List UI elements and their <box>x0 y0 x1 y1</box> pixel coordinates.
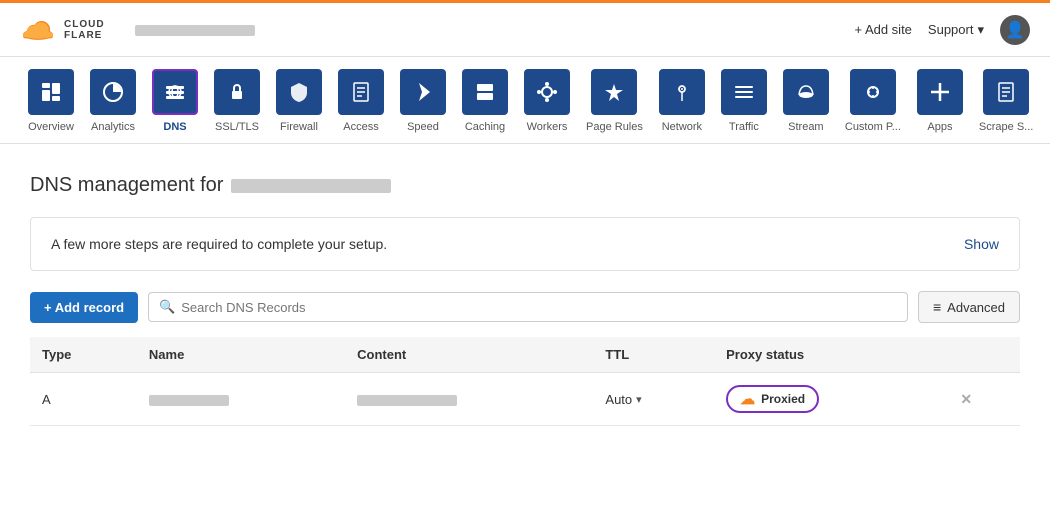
row-content <box>345 373 593 426</box>
header-left: CLOUDFLARE <box>20 12 255 48</box>
dns-toolbar: + Add record 🔍 ≡ Advanced <box>30 291 1020 323</box>
tab-workers-icon <box>524 69 570 115</box>
search-input[interactable] <box>181 300 897 315</box>
tab-firewall-label: Firewall <box>280 121 318 133</box>
tab-access[interactable]: Access <box>330 69 392 143</box>
tab-ssl-tls[interactable]: SSL/TLS <box>206 69 268 143</box>
tab-network-icon <box>659 69 705 115</box>
table-header-row: Type Name Content TTL Proxy status <box>30 337 1020 373</box>
tab-dns-icon <box>152 69 198 115</box>
dns-table: Type Name Content TTL Proxy status A Aut… <box>30 337 1020 426</box>
tab-speed-label: Speed <box>407 121 439 133</box>
row-name <box>137 373 345 426</box>
tab-speed[interactable]: Speed <box>392 69 454 143</box>
col-type: Type <box>30 337 137 373</box>
col-content: Content <box>345 337 593 373</box>
tab-scrape-shield[interactable]: Scrape S... <box>971 69 1041 143</box>
page-title-text: DNS management for <box>30 174 223 197</box>
tab-custom-pages-icon <box>850 69 896 115</box>
tab-apps-label: Apps <box>927 121 952 133</box>
tab-stream-icon <box>783 69 829 115</box>
tab-caching-label: Caching <box>465 121 505 133</box>
tab-caching-icon <box>462 69 508 115</box>
tab-apps[interactable]: Apps <box>909 69 971 143</box>
tab-page-rules-icon <box>591 69 637 115</box>
tab-stream-label: Stream <box>788 121 823 133</box>
page-title: DNS management for <box>30 174 1020 197</box>
col-ttl: TTL <box>593 337 714 373</box>
add-record-button[interactable]: + Add record <box>30 292 138 323</box>
user-avatar-button[interactable]: 👤 <box>1000 15 1030 45</box>
tab-dns[interactable]: DNS <box>144 69 206 143</box>
logo-area: CLOUDFLARE <box>20 12 105 48</box>
col-proxy-status: Proxy status <box>714 337 948 373</box>
ttl-dropdown-arrow[interactable]: ▾ <box>636 393 642 406</box>
tab-analytics[interactable]: Analytics <box>82 69 144 143</box>
table-row: A Auto ▾ ☁ Proxied ✕ <box>30 373 1020 426</box>
cloud-icon: ☁ <box>740 390 755 408</box>
tab-overview-icon <box>28 69 74 115</box>
support-button[interactable]: Support ▾ <box>928 22 984 38</box>
tab-access-label: Access <box>343 121 378 133</box>
tab-custom-pages-label: Custom P... <box>845 121 901 133</box>
user-icon: 👤 <box>1005 20 1025 40</box>
main-content: DNS management for A few more steps are … <box>0 144 1050 446</box>
proxy-status-label: Proxied <box>761 392 805 406</box>
row-proxy-status: ☁ Proxied <box>714 373 948 426</box>
header: CLOUDFLARE + Add site Support ▾ 👤 <box>0 3 1050 57</box>
tab-page-rules-label: Page Rules <box>586 121 643 133</box>
header-right: + Add site Support ▾ 👤 <box>854 15 1030 45</box>
advanced-button[interactable]: ≡ Advanced <box>918 291 1020 323</box>
tab-overview-label: Overview <box>28 121 74 133</box>
add-site-button[interactable]: + Add site <box>854 22 911 37</box>
site-name <box>135 22 255 37</box>
tab-overview[interactable]: Overview <box>20 69 82 143</box>
search-wrapper: 🔍 <box>148 292 908 322</box>
row-ttl: Auto ▾ <box>593 373 714 426</box>
tab-ssl-label: SSL/TLS <box>215 121 259 133</box>
delete-button[interactable]: ✕ <box>960 391 972 407</box>
tab-apps-icon <box>917 69 963 115</box>
cloudflare-logo-icon <box>20 12 56 48</box>
tab-firewall[interactable]: Firewall <box>268 69 330 143</box>
tab-workers-label: Workers <box>527 121 568 133</box>
tab-dns-label: DNS <box>163 121 186 133</box>
tab-custom-pages[interactable]: Custom P... <box>837 69 909 143</box>
proxy-badge[interactable]: ☁ Proxied <box>726 385 819 413</box>
tab-traffic-icon <box>721 69 767 115</box>
tab-network-label: Network <box>662 121 702 133</box>
domain-name-blurred <box>231 179 391 193</box>
advanced-icon: ≡ <box>933 299 941 315</box>
tab-access-icon <box>338 69 384 115</box>
chevron-down-icon: ▾ <box>977 22 984 38</box>
tab-analytics-label: Analytics <box>91 121 135 133</box>
tab-scrape-icon <box>983 69 1029 115</box>
tab-analytics-icon <box>90 69 136 115</box>
tab-firewall-icon <box>276 69 322 115</box>
support-label: Support <box>928 22 974 37</box>
tab-network[interactable]: Network <box>651 69 713 143</box>
tab-ssl-icon <box>214 69 260 115</box>
nav-tabs: Overview Analytics DNS SSL/TLS Firewall … <box>0 57 1050 144</box>
row-type: A <box>30 373 137 426</box>
cloudflare-logo-text: CLOUDFLARE <box>64 19 105 41</box>
tab-workers[interactable]: Workers <box>516 69 578 143</box>
setup-banner-text: A few more steps are required to complet… <box>51 236 387 252</box>
tab-caching[interactable]: Caching <box>454 69 516 143</box>
tab-page-rules[interactable]: Page Rules <box>578 69 651 143</box>
show-link[interactable]: Show <box>964 236 999 252</box>
ttl-value: Auto <box>605 392 632 407</box>
tab-scrape-label: Scrape S... <box>979 121 1033 133</box>
search-icon: 🔍 <box>159 299 175 315</box>
row-delete: ✕ <box>948 373 1020 426</box>
setup-banner: A few more steps are required to complet… <box>30 217 1020 271</box>
tab-traffic-label: Traffic <box>729 121 759 133</box>
tab-speed-icon <box>400 69 446 115</box>
col-name: Name <box>137 337 345 373</box>
tab-stream[interactable]: Stream <box>775 69 837 143</box>
col-actions <box>948 337 1020 373</box>
tab-traffic[interactable]: Traffic <box>713 69 775 143</box>
advanced-label: Advanced <box>947 300 1005 315</box>
